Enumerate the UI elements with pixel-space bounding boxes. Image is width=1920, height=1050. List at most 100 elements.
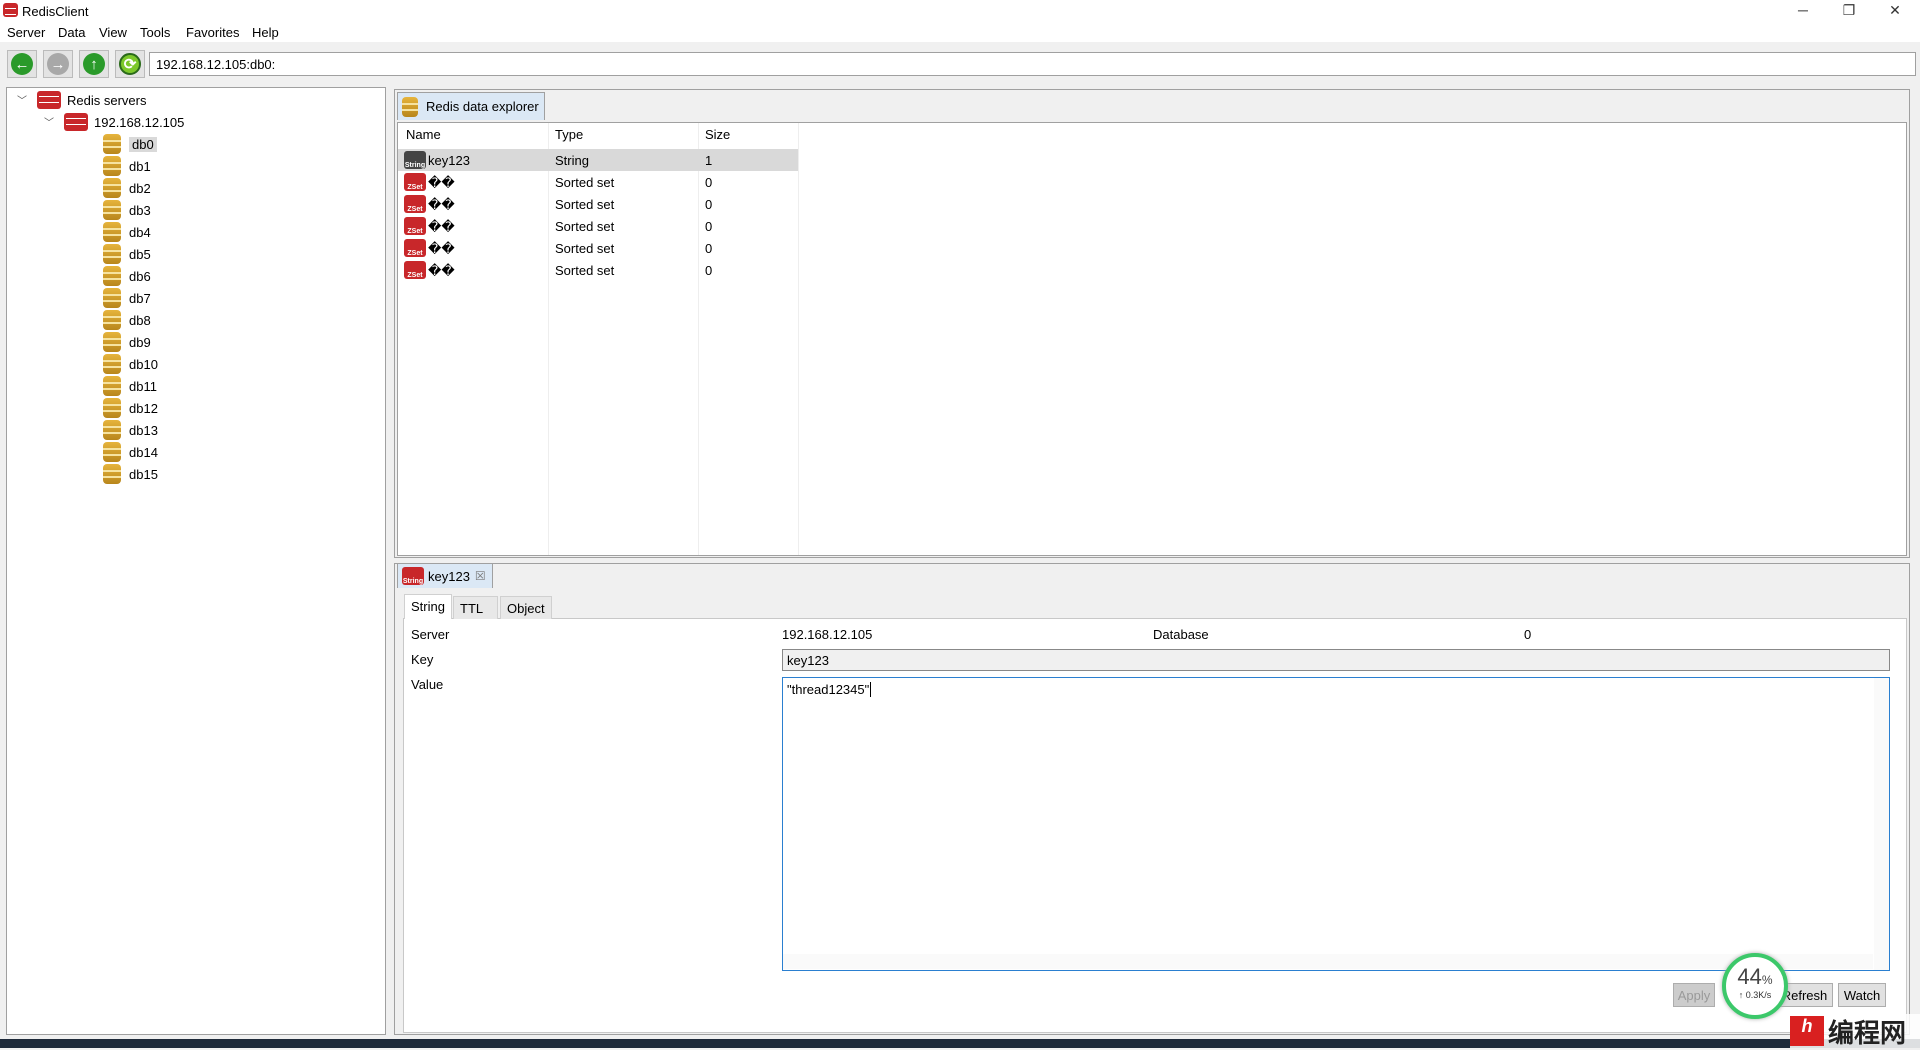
database-icon (103, 178, 121, 198)
app-logo-icon (3, 3, 18, 17)
tree-node-db10[interactable]: db10 (103, 354, 158, 374)
database-icon (103, 464, 121, 484)
tab-key123[interactable]: String key123 ☒ (397, 563, 493, 588)
database-icon (103, 442, 121, 462)
minimize-button[interactable]: ─ (1788, 2, 1818, 20)
key-input[interactable]: key123 (782, 649, 1890, 671)
tree-label: db5 (129, 246, 151, 262)
tree-node-db6[interactable]: db6 (103, 266, 151, 286)
subtab-string[interactable]: String (404, 594, 452, 619)
table-row[interactable]: ZSet �� Sorted set 0 (398, 237, 798, 259)
close-button[interactable]: ✕ (1880, 2, 1910, 20)
tree-label: db2 (129, 180, 151, 196)
subtab-ttl[interactable]: TTL (453, 596, 498, 619)
tree-node-db2[interactable]: db2 (103, 178, 151, 198)
header-size[interactable]: Size (705, 127, 730, 142)
database-value: 0 (1524, 627, 1532, 642)
forward-arrow-icon: → (47, 53, 69, 75)
gauge-percent: 44 (1737, 964, 1762, 989)
tab-label: key123 (428, 568, 470, 584)
menu-tools[interactable]: Tools (140, 25, 170, 40)
tree-node-db4[interactable]: db4 (103, 222, 151, 242)
tree-node-db14[interactable]: db14 (103, 442, 158, 462)
table-row[interactable]: ZSet �� Sorted set 0 (398, 215, 798, 237)
menu-help[interactable]: Help (252, 25, 279, 40)
tree-node-db0[interactable]: db0 (103, 134, 157, 154)
cell-type: String (555, 153, 589, 168)
string-key-icon: String (404, 151, 426, 169)
tree-label: db11 (129, 378, 157, 394)
zset-key-icon: ZSet (404, 239, 426, 257)
database-icon (103, 244, 121, 264)
header-type[interactable]: Type (555, 127, 583, 142)
database-icon (103, 310, 121, 330)
value-textarea[interactable]: "thread12345"​ (782, 677, 1890, 971)
chevron-down-icon[interactable]: ﹀ (17, 92, 27, 107)
watermark-text: 编程网 (1828, 1017, 1907, 1048)
refresh-button[interactable]: ⟳ (115, 50, 145, 78)
tree-label: db0 (129, 136, 157, 152)
cell-type: Sorted set (555, 197, 615, 212)
tree-node-db9[interactable]: db9 (103, 332, 151, 352)
tree-node-db5[interactable]: db5 (103, 244, 151, 264)
tree-label: db7 (129, 290, 151, 306)
string-key-icon: String (402, 567, 424, 585)
subtab-object[interactable]: Object (500, 596, 552, 619)
tree-label: db8 (129, 312, 151, 328)
tree-node-db8[interactable]: db8 (103, 310, 151, 330)
server-tree: ﹀ Redis servers ﹀ 192.168.12.105 db0 db1 d… (6, 87, 386, 1035)
menu-favorites[interactable]: Favorites (186, 25, 239, 40)
tree-node-redis-servers[interactable]: Redis servers (37, 90, 146, 110)
cell-name: �� (428, 219, 455, 234)
menu-data[interactable]: Data (58, 25, 85, 40)
tree-node-db12[interactable]: db12 (103, 398, 158, 418)
database-icon (103, 156, 121, 176)
zset-key-icon: ZSet (404, 195, 426, 213)
database-icon (402, 96, 418, 117)
tree-node-db11[interactable]: db11 (103, 376, 157, 396)
tree-node-db13[interactable]: db13 (103, 420, 158, 440)
tree-label: db12 (129, 400, 158, 416)
gauge-unit: % (1761, 973, 1773, 987)
tree-node-db1[interactable]: db1 (103, 156, 151, 176)
vertical-scrollbar[interactable] (1874, 678, 1889, 970)
cell-size: 0 (705, 241, 713, 256)
tree-label: db14 (129, 444, 158, 460)
tree-node-db7[interactable]: db7 (103, 288, 151, 308)
table-row[interactable]: ZSet �� Sorted set 0 (398, 259, 798, 281)
tab-redis-data-explorer[interactable]: Redis data explorer (397, 92, 545, 120)
server-label: Server (411, 627, 450, 642)
table-row[interactable]: ZSet �� Sorted set 0 (398, 193, 798, 215)
cell-name: �� (428, 263, 455, 278)
taskbar (0, 1039, 1920, 1048)
address-field[interactable]: 192.168.12.105:db0: (149, 52, 1916, 76)
chevron-down-icon[interactable]: ﹀ (44, 114, 54, 129)
table-row[interactable]: String key123 String 1 (398, 149, 798, 171)
header-name[interactable]: Name (406, 127, 441, 142)
zset-key-icon: ZSet (404, 173, 426, 191)
server-value: 192.168.12.105 (782, 627, 873, 642)
cell-type: Sorted set (555, 263, 615, 278)
network-speed-gauge: 44% ↑ 0.3K/s (1722, 953, 1788, 1019)
tree-label: db4 (129, 224, 151, 240)
title-bar: RedisClient ─ ❐ ✕ (0, 0, 1920, 22)
menu-view[interactable]: View (99, 25, 127, 40)
close-tab-icon[interactable]: ☒ (475, 569, 486, 583)
maximize-button[interactable]: ❐ (1834, 2, 1864, 20)
tree-node-db3[interactable]: db3 (103, 200, 151, 220)
forward-button[interactable]: → (43, 50, 73, 78)
watch-button[interactable]: Watch (1838, 983, 1886, 1007)
horizontal-scrollbar[interactable] (783, 954, 1873, 969)
tree-node-db15[interactable]: db15 (103, 464, 158, 484)
tree-label: Redis servers (67, 92, 147, 108)
up-button[interactable]: ↑ (79, 50, 109, 78)
tree-node-server[interactable]: 192.168.12.105 (64, 112, 184, 132)
redis-icon (37, 91, 61, 109)
back-button[interactable]: ← (7, 50, 37, 78)
menu-server[interactable]: Server (7, 25, 45, 40)
table-row[interactable]: ZSet �� Sorted set 0 (398, 171, 798, 193)
keys-table: Name Type Size String key123 String 1 ZSet ��… (397, 122, 1907, 556)
app-title: RedisClient (22, 4, 89, 19)
tab-label: Redis data explorer (426, 99, 539, 114)
apply-button[interactable]: Apply (1673, 983, 1715, 1007)
